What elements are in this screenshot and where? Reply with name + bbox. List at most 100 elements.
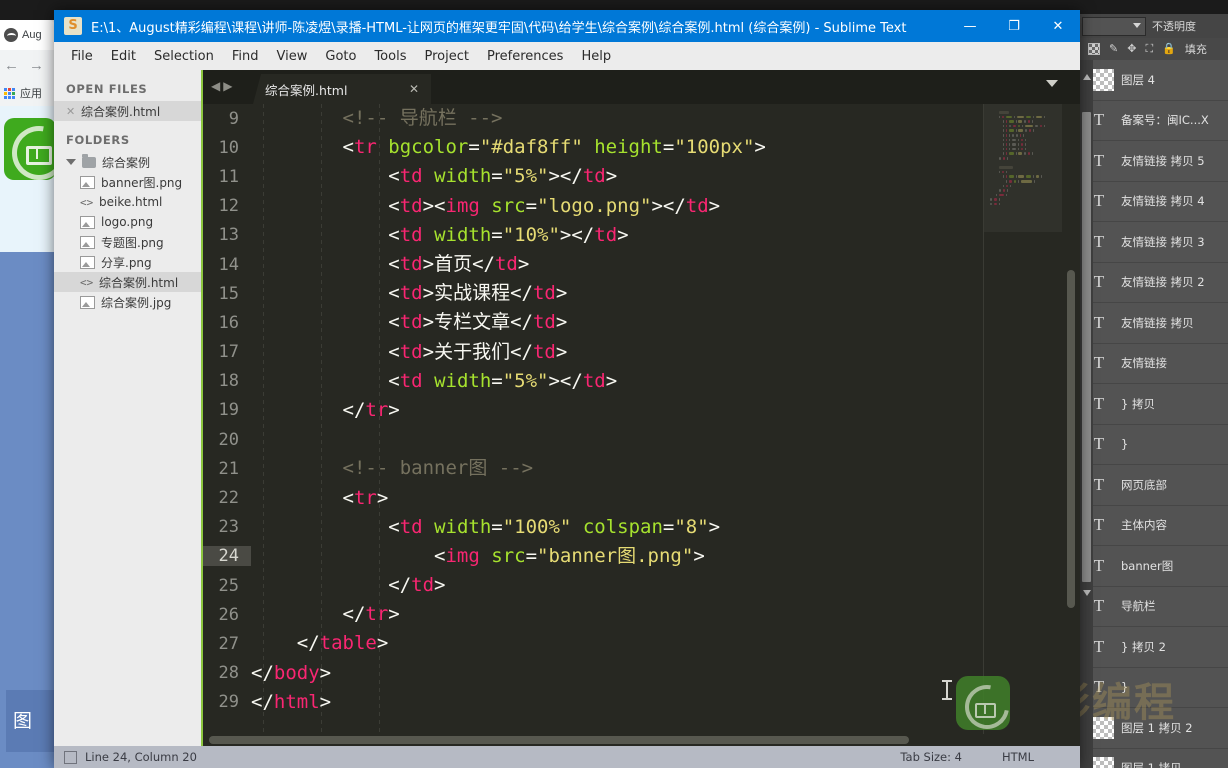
code-view[interactable]: 9 <!-- 导航栏 --> 10 <tr bgcolor="#daf8ff" h… xyxy=(203,104,1080,758)
folder-file-list[interactable]: banner图.png <> beike.html logo.png 专题图.png 分享… xyxy=(54,172,202,312)
code-text[interactable]: <td width="100%" colspan="8"> xyxy=(251,517,720,537)
code-line[interactable]: 16 <td>专栏文章</td> xyxy=(203,308,1080,337)
menu-item-preferences[interactable]: Preferences xyxy=(478,46,572,67)
file-row[interactable]: logo.png xyxy=(54,212,202,232)
layer-row[interactable]: 图层 1 拷贝 xyxy=(1080,748,1228,768)
folder-row[interactable]: 综合案例 xyxy=(54,152,202,172)
layer-row[interactable]: T 友情链接 拷贝 2 xyxy=(1080,262,1228,303)
scroll-up-icon[interactable] xyxy=(1083,74,1091,80)
code-text[interactable]: <td width="5%"></td> xyxy=(251,167,617,186)
layer-row[interactable]: T} 拷贝 2 xyxy=(1080,627,1228,668)
layer-row[interactable]: T} xyxy=(1080,424,1228,465)
file-row[interactable]: <> 综合案例.html xyxy=(54,272,202,292)
scroll-down-icon[interactable] xyxy=(1083,590,1091,596)
editor-area[interactable]: ◀ ▶ 综合案例.html ✕ 9 <!-- 导航栏 --> 10 <tr bgc… xyxy=(203,70,1080,758)
forward-icon[interactable]: → xyxy=(29,57,44,74)
code-line[interactable]: 10 <tr bgcolor="#daf8ff" height="100px"> xyxy=(203,133,1080,162)
tab-prev-icon[interactable]: ◀ xyxy=(211,79,220,93)
sublime-text-window[interactable]: E:\1、August精彩编程\课程\讲师-陈凌煜\录播-HTML-让网页的框架… xyxy=(54,10,1080,768)
code-text[interactable]: <td>首页</td> xyxy=(251,255,529,274)
tab-close-icon[interactable]: ✕ xyxy=(383,82,419,96)
layer-row[interactable]: T 友情链接 拷贝 3 xyxy=(1080,222,1228,263)
menu-item-goto[interactable]: Goto xyxy=(316,46,365,67)
code-text[interactable]: <td>实战课程</td> xyxy=(251,284,567,303)
code-line[interactable]: 27 </table> xyxy=(203,629,1080,658)
code-text[interactable]: <td>专栏文章</td> xyxy=(251,313,567,332)
code-text[interactable]: <!-- banner图 --> xyxy=(251,459,534,478)
brush-icon[interactable]: ✎ xyxy=(1109,43,1118,55)
file-row[interactable]: banner图.png xyxy=(54,172,202,192)
file-row[interactable]: 分享.png xyxy=(54,252,202,272)
code-text[interactable]: <td width="5%"></td> xyxy=(251,371,617,391)
checker-icon[interactable] xyxy=(1088,43,1100,55)
apps-grid-icon[interactable] xyxy=(4,87,15,99)
code-text[interactable]: <td width="10%"></td> xyxy=(251,225,628,245)
layer-row[interactable]: Tbanner图 xyxy=(1080,546,1228,587)
scrollbar-thumb[interactable] xyxy=(209,736,909,744)
code-line[interactable]: 23 <td width="100%" colspan="8"> xyxy=(203,513,1080,542)
menu-item-view[interactable]: View xyxy=(268,46,317,67)
code-lines[interactable]: 9 <!-- 导航栏 --> 10 <tr bgcolor="#daf8ff" h… xyxy=(203,104,1080,717)
code-text[interactable]: </tr> xyxy=(251,400,400,420)
open-files-list[interactable]: ✕ 综合案例.html xyxy=(54,101,202,121)
code-text[interactable]: </table> xyxy=(251,634,389,653)
tab-comprehensive-case-html[interactable]: 综合案例.html ✕ xyxy=(253,74,431,104)
layer-opacity-row[interactable]: 不透明度 xyxy=(1080,14,1228,38)
layer-row[interactable]: T 导航栏 xyxy=(1080,586,1228,627)
git-status-icon[interactable] xyxy=(64,750,77,764)
code-text[interactable]: <!-- 导航栏 --> xyxy=(251,109,503,128)
file-sidebar[interactable]: OPEN FILES ✕ 综合案例.html FOLDERS 综合案例 banne… xyxy=(54,70,203,758)
code-text[interactable]: </tr> xyxy=(251,605,400,624)
code-line[interactable]: 21 <!-- banner图 --> xyxy=(203,454,1080,483)
syntax-label[interactable]: HTML xyxy=(1002,750,1034,764)
status-bar[interactable]: Line 24, Column 20 Tab Size: 4 HTML xyxy=(54,746,1080,768)
layer-row[interactable]: T 友情链接 xyxy=(1080,343,1228,384)
code-line[interactable]: 22 <tr> xyxy=(203,483,1080,512)
photoshop-layers-panel[interactable]: 不透明度 ✎ ✥ ⛶ 🔒 填充 图层 4 T 备案号：闽IC...X T 友情链接 拷贝… xyxy=(1080,14,1228,768)
code-line[interactable]: 11 <td width="5%"></td> xyxy=(203,162,1080,191)
layers-list[interactable]: 图层 4 T 备案号：闽IC...X T 友情链接 拷贝 5 T 友情链接 拷贝 4 T 友情链… xyxy=(1080,60,1228,768)
code-line[interactable]: 28 </body> xyxy=(203,659,1080,688)
file-row[interactable]: <> beike.html xyxy=(54,192,202,212)
open-file-row[interactable]: ✕ 综合案例.html xyxy=(54,101,202,121)
minimap[interactable] xyxy=(984,104,1062,758)
horizontal-scrollbar[interactable] xyxy=(203,734,1080,746)
code-text[interactable]: <tr bgcolor="#daf8ff" height="100px"> xyxy=(251,138,766,157)
chevron-down-icon[interactable] xyxy=(66,159,76,165)
layer-row[interactable]: T 备案号：闽IC...X xyxy=(1080,100,1228,141)
minimize-button[interactable]: — xyxy=(948,10,992,42)
blend-mode-select[interactable] xyxy=(1082,16,1146,36)
window-title-bar[interactable]: E:\1、August精彩编程\课程\讲师-陈凌煜\录播-HTML-让网页的框架… xyxy=(54,10,1080,42)
scrollbar-thumb[interactable] xyxy=(1082,112,1091,582)
code-line[interactable]: 17 <td>关于我们</td> xyxy=(203,338,1080,367)
maximize-button[interactable]: ❐ xyxy=(992,10,1036,42)
code-line[interactable]: 9 <!-- 导航栏 --> xyxy=(203,104,1080,133)
transform-icon[interactable]: ⛶ xyxy=(1145,43,1153,55)
menu-item-selection[interactable]: Selection xyxy=(145,46,223,67)
layer-row[interactable]: T 主体内容 xyxy=(1080,505,1228,546)
tab-size-label[interactable]: Tab Size: 4 xyxy=(900,750,962,764)
tab-overflow-menu-icon[interactable] xyxy=(1046,80,1058,87)
code-line[interactable]: 15 <td>实战课程</td> xyxy=(203,279,1080,308)
scrollbar-thumb[interactable] xyxy=(1067,270,1075,608)
desktop-dock-item[interactable]: 图 xyxy=(6,690,54,752)
browser-tab[interactable]: Aug xyxy=(0,20,56,50)
window-controls[interactable]: — ❐ ✕ xyxy=(948,10,1080,42)
code-line[interactable]: 18 <td width="5%"></td> xyxy=(203,367,1080,396)
code-text[interactable]: </html> xyxy=(251,692,331,712)
menu-item-find[interactable]: Find xyxy=(223,46,268,67)
code-line[interactable]: 29 </html> xyxy=(203,688,1080,717)
menu-item-help[interactable]: Help xyxy=(572,46,620,67)
close-button[interactable]: ✕ xyxy=(1036,10,1080,42)
file-row[interactable]: 专题图.png xyxy=(54,232,202,252)
layer-row[interactable]: T 友情链接 拷贝 xyxy=(1080,303,1228,344)
code-text[interactable]: </td> xyxy=(251,576,445,595)
layers-scrollbar[interactable] xyxy=(1080,60,1093,768)
layer-row[interactable]: T 网页底部 xyxy=(1080,465,1228,506)
code-text[interactable]: <img src="banner图.png"> xyxy=(251,546,705,566)
code-line[interactable]: 20 xyxy=(203,425,1080,454)
code-line[interactable]: 12 <td><img src="logo.png"></td> xyxy=(203,192,1080,221)
code-text[interactable]: <td>关于我们</td> xyxy=(251,342,567,362)
move-icon[interactable]: ✥ xyxy=(1127,43,1136,55)
menu-item-tools[interactable]: Tools xyxy=(365,46,415,67)
